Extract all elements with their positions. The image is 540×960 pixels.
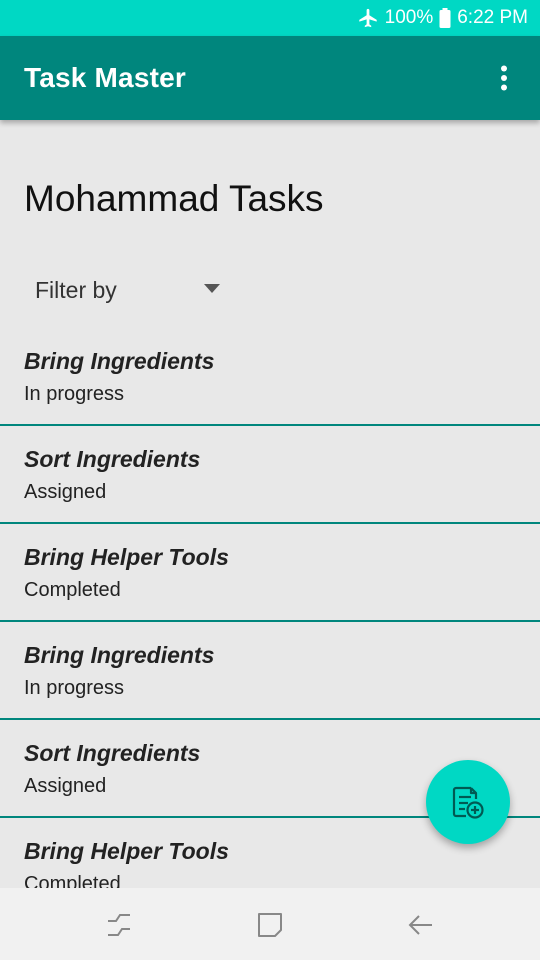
clock: 6:22 PM [457,7,528,28]
task-item[interactable]: Sort Ingredients Assigned [0,426,540,524]
navigation-bar [0,888,540,960]
task-status: Assigned [24,481,107,503]
task-name: Sort Ingredients [24,446,201,472]
status-bar: 100% 6:22 PM [0,0,540,36]
task-status: Completed [24,873,121,888]
task-item[interactable]: Bring Ingredients In progress [0,328,540,426]
battery-icon [439,8,451,28]
page-title: Mohammad Tasks [24,178,324,219]
task-status: In progress [24,677,125,699]
app-bar: Task Master [0,36,540,120]
overflow-menu-button[interactable] [484,58,524,98]
more-vert-icon [501,65,507,91]
dropdown-arrow-icon [204,284,220,293]
filter-label: Filter by [35,276,117,303]
task-name: Bring Helper Tools [24,544,229,570]
task-name: Bring Ingredients [24,348,215,374]
battery-level: 100% [384,7,434,28]
task-item[interactable]: Bring Helper Tools Completed [0,524,540,622]
app-title: Task Master [24,62,186,93]
recent-apps-icon[interactable] [104,910,134,940]
back-icon[interactable] [406,910,436,940]
airplane-mode-icon [357,7,379,29]
add-task-button[interactable] [426,760,510,844]
task-item[interactable]: Bring Ingredients In progress [0,622,540,720]
home-icon[interactable] [255,910,285,940]
add-task-icon [452,786,484,819]
task-name: Bring Ingredients [24,642,215,668]
task-status: In progress [24,383,125,405]
task-status: Completed [24,579,121,601]
filter-dropdown[interactable]: Filter by [24,270,234,310]
